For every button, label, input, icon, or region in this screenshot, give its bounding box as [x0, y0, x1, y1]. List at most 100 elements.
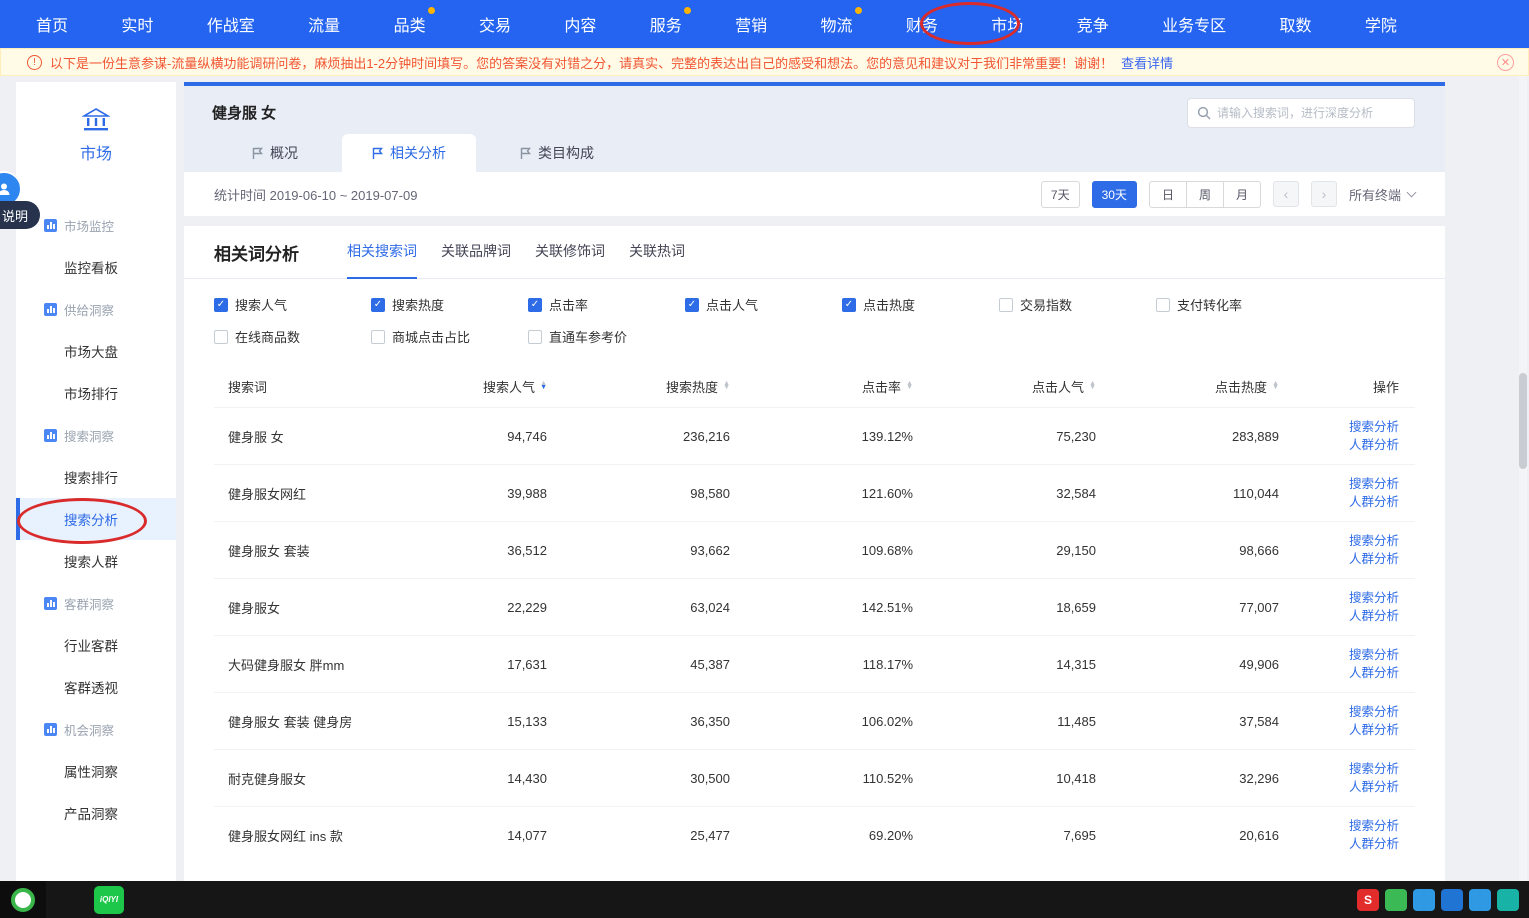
- tray-icon-sogou[interactable]: S: [1357, 889, 1379, 911]
- search-analysis-link[interactable]: 搜索分析: [1279, 532, 1399, 550]
- checkbox-checked-icon[interactable]: [685, 298, 699, 312]
- sort-desc-icon[interactable]: ▼: [540, 386, 547, 390]
- search-analysis-link[interactable]: 搜索分析: [1279, 646, 1399, 664]
- col-header-click-popularity[interactable]: 点击人气▲▼: [913, 377, 1096, 396]
- sidebar-item-market-overview[interactable]: 市场大盘: [16, 330, 176, 372]
- col-header-ctr[interactable]: 点击率▲▼: [730, 377, 913, 396]
- scrollbar-thumb[interactable]: [1519, 373, 1527, 469]
- sort-desc-icon[interactable]: ▼: [906, 386, 913, 390]
- tray-icon-blue-app-3[interactable]: [1469, 889, 1491, 911]
- nav-item-academy[interactable]: 学院: [1365, 12, 1397, 36]
- filter-online-products[interactable]: 在线商品数: [214, 327, 371, 346]
- sidebar-item-search-audience[interactable]: 搜索人群: [16, 540, 176, 582]
- checkbox-unchecked-icon[interactable]: [999, 298, 1013, 312]
- checkbox-unchecked-icon[interactable]: [214, 330, 228, 344]
- sidebar-item-product-insight[interactable]: 产品洞察: [16, 792, 176, 834]
- nav-item-marketing[interactable]: 营销: [735, 12, 767, 36]
- audience-analysis-link[interactable]: 人群分析: [1279, 493, 1399, 511]
- checkbox-unchecked-icon[interactable]: [528, 330, 542, 344]
- tray-icon-blue-app-1[interactable]: [1413, 889, 1435, 911]
- nav-item-content[interactable]: 内容: [564, 12, 596, 36]
- sort-icon[interactable]: ▲▼: [1089, 382, 1096, 390]
- nav-item-trade[interactable]: 交易: [479, 12, 511, 36]
- filter-search-heat[interactable]: 搜索热度: [371, 295, 528, 314]
- range-30d-button[interactable]: 30天: [1092, 181, 1137, 208]
- helper-tag[interactable]: 说明: [0, 201, 40, 229]
- audience-analysis-link[interactable]: 人群分析: [1279, 607, 1399, 625]
- col-header-search-popularity[interactable]: 搜索人气▲▼: [364, 377, 547, 396]
- nav-item-data-fetch[interactable]: 取数: [1279, 12, 1311, 36]
- audience-analysis-link[interactable]: 人群分析: [1279, 664, 1399, 682]
- sidebar-item-monitor-board[interactable]: 监控看板: [16, 246, 176, 288]
- sidebar-item-search-ranking[interactable]: 搜索排行: [16, 456, 176, 498]
- filter-trade-index[interactable]: 交易指数: [999, 295, 1156, 314]
- nav-item-logistics[interactable]: 物流: [821, 12, 853, 36]
- nav-item-warroom[interactable]: 作战室: [207, 12, 255, 36]
- sidebar-item-attribute-insight[interactable]: 属性洞察: [16, 750, 176, 792]
- sidebar-group-opportunity-insight[interactable]: 机会洞察: [16, 708, 176, 750]
- nav-item-market[interactable]: 市场: [991, 12, 1023, 36]
- range-month-button[interactable]: 月: [1223, 181, 1261, 208]
- sort-icon[interactable]: ▲▼: [906, 382, 913, 390]
- sort-icon[interactable]: ▲▼: [1272, 382, 1279, 390]
- subtab-related-modifier-words[interactable]: 关联修饰词: [535, 226, 605, 279]
- checkbox-checked-icon[interactable]: [842, 298, 856, 312]
- search-analysis-link[interactable]: 搜索分析: [1279, 589, 1399, 607]
- subtab-related-search-words[interactable]: 相关搜索词: [347, 226, 417, 279]
- filter-click-popularity[interactable]: 点击人气: [685, 295, 842, 314]
- sidebar-group-market-monitor[interactable]: 市场监控: [16, 204, 176, 246]
- nav-item-traffic[interactable]: 流量: [308, 12, 340, 36]
- sidebar-group-supply-insight[interactable]: 供给洞察: [16, 288, 176, 330]
- sort-desc-icon[interactable]: ▼: [1089, 386, 1096, 390]
- sidebar-item-industry-customers[interactable]: 行业客群: [16, 624, 176, 666]
- tray-icon-green-app[interactable]: [1385, 889, 1407, 911]
- range-day-button[interactable]: 日: [1149, 181, 1187, 208]
- search-analysis-link[interactable]: 搜索分析: [1279, 703, 1399, 721]
- search-analysis-link[interactable]: 搜索分析: [1279, 418, 1399, 436]
- checkbox-unchecked-icon[interactable]: [1156, 298, 1170, 312]
- nav-item-category[interactable]: 品类: [394, 12, 426, 36]
- filter-click-heat[interactable]: 点击热度: [842, 295, 999, 314]
- iqiyi-taskbar-icon[interactable]: iQIYI: [94, 886, 124, 914]
- nav-item-competition[interactable]: 竞争: [1077, 12, 1109, 36]
- terminal-dropdown[interactable]: 所有终端: [1349, 185, 1415, 204]
- tab-overview[interactable]: 概况: [222, 134, 328, 172]
- page-scrollbar[interactable]: [1519, 76, 1527, 881]
- subtab-related-brand-words[interactable]: 关联品牌词: [441, 226, 511, 279]
- sort-icon[interactable]: ▲▼: [540, 382, 547, 390]
- prev-period-button[interactable]: ‹: [1273, 181, 1299, 207]
- audience-analysis-link[interactable]: 人群分析: [1279, 835, 1399, 853]
- tab-category-composition[interactable]: 类目构成: [490, 134, 624, 172]
- sort-icon[interactable]: ▲▼: [723, 382, 730, 390]
- checkbox-unchecked-icon[interactable]: [371, 330, 385, 344]
- notice-detail-link[interactable]: 查看详情: [1121, 53, 1173, 72]
- close-icon[interactable]: ✕: [1497, 54, 1514, 71]
- col-header-search-heat[interactable]: 搜索热度▲▼: [547, 377, 730, 396]
- sidebar-item-customer-perspective[interactable]: 客群透视: [16, 666, 176, 708]
- audience-analysis-link[interactable]: 人群分析: [1279, 721, 1399, 739]
- nav-item-realtime[interactable]: 实时: [121, 12, 153, 36]
- next-period-button[interactable]: ›: [1311, 181, 1337, 207]
- nav-item-service[interactable]: 服务: [650, 12, 682, 36]
- sidebar-group-customer-insight[interactable]: 客群洞察: [16, 582, 176, 624]
- sort-desc-icon[interactable]: ▼: [723, 386, 730, 390]
- sidebar-item-search-analysis[interactable]: 搜索分析: [16, 498, 176, 540]
- tray-icon-blue-app-2[interactable]: [1441, 889, 1463, 911]
- audience-analysis-link[interactable]: 人群分析: [1279, 550, 1399, 568]
- col-header-click-heat[interactable]: 点击热度▲▼: [1096, 377, 1279, 396]
- checkbox-checked-icon[interactable]: [371, 298, 385, 312]
- audience-analysis-link[interactable]: 人群分析: [1279, 778, 1399, 796]
- nav-item-home[interactable]: 首页: [36, 12, 68, 36]
- subtab-related-hot-words[interactable]: 关联热词: [629, 226, 685, 279]
- tray-icon-teal-app[interactable]: [1497, 889, 1519, 911]
- search-box[interactable]: [1187, 98, 1415, 128]
- filter-pay-conversion[interactable]: 支付转化率: [1156, 295, 1313, 314]
- sidebar-item-market-ranking[interactable]: 市场排行: [16, 372, 176, 414]
- filter-search-popularity[interactable]: 搜索人气: [214, 295, 371, 314]
- checkbox-checked-icon[interactable]: [214, 298, 228, 312]
- checkbox-checked-icon[interactable]: [528, 298, 542, 312]
- search-analysis-link[interactable]: 搜索分析: [1279, 475, 1399, 493]
- filter-ctr[interactable]: 点击率: [528, 295, 685, 314]
- search-analysis-link[interactable]: 搜索分析: [1279, 817, 1399, 835]
- tab-related-analysis[interactable]: 相关分析: [342, 134, 476, 172]
